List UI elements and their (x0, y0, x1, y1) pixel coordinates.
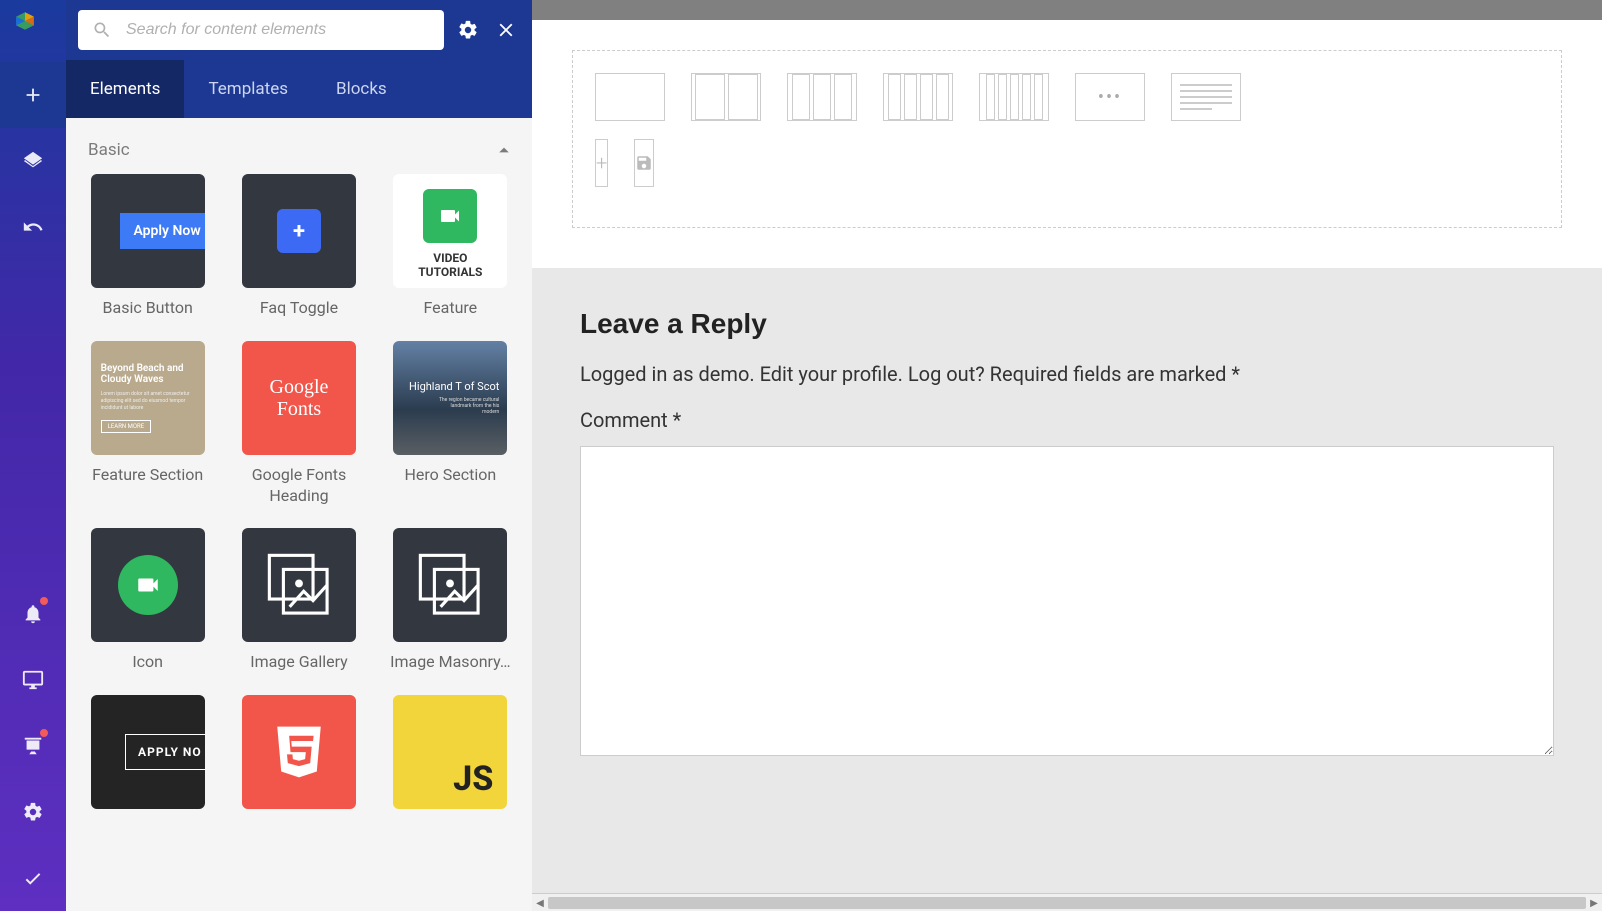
panel-header (66, 0, 532, 60)
close-panel-button[interactable] (492, 16, 520, 44)
layers-button[interactable] (0, 128, 66, 194)
element-card[interactable]: + Faq Toggle (237, 174, 360, 319)
section-title: Basic (88, 140, 130, 160)
tab-elements[interactable]: Elements (66, 60, 184, 118)
element-thumb: VIDEOTUTORIALS (393, 174, 507, 288)
reply-heading: Leave a Reply (580, 308, 1554, 340)
reply-meta: Logged in as demo. Edit your profile. Lo… (580, 362, 1554, 386)
layout-2col[interactable] (691, 73, 761, 121)
element-thumb: Apply Now (91, 174, 205, 288)
layout-template[interactable] (634, 139, 654, 187)
confirm-button[interactable] (0, 845, 66, 911)
layout-1col[interactable] (595, 73, 665, 121)
element-card[interactable]: JS (389, 695, 512, 809)
element-card[interactable]: Image Gallery (237, 528, 360, 673)
scroll-right-arrow[interactable]: ▶ (1586, 894, 1602, 911)
layout-4col[interactable] (883, 73, 953, 121)
element-thumb: APPLY NO (91, 695, 205, 809)
element-card[interactable]: VIDEOTUTORIALS Feature (389, 174, 512, 319)
settings-button[interactable] (0, 779, 66, 845)
layout-add[interactable]: + (595, 139, 608, 187)
element-card[interactable]: Apply Now Basic Button (86, 174, 209, 319)
element-thumb (242, 528, 356, 642)
layout-5col[interactable] (979, 73, 1049, 121)
chevron-up-icon (498, 144, 510, 156)
nav-strip (0, 0, 66, 911)
search-box[interactable] (78, 10, 444, 50)
notifications-button[interactable] (0, 581, 66, 647)
scroll-left-arrow[interactable]: ◀ (532, 894, 548, 911)
element-thumb: JS (393, 695, 507, 809)
layout-text[interactable] (1171, 73, 1241, 121)
element-card[interactable]: APPLY NO (86, 695, 209, 809)
element-thumb: Beyond Beach and Cloudy WavesLorem ipsum… (91, 341, 205, 455)
scroll-thumb[interactable] (548, 897, 1586, 909)
comment-label: Comment * (580, 408, 681, 432)
element-card[interactable]: Highland T of ScotThe region became cult… (389, 341, 512, 507)
element-label: Image Gallery (250, 652, 348, 673)
element-label: Feature (423, 298, 477, 319)
element-thumb (393, 528, 507, 642)
element-thumb (91, 528, 205, 642)
layout-more[interactable]: ••• (1075, 73, 1145, 121)
panel-settings-button[interactable] (454, 16, 482, 44)
element-label: Hero Section (404, 465, 496, 486)
panel-body: Basic Apply Now Basic Button + Faq Toggle VI… (66, 118, 532, 911)
element-thumb: + (242, 174, 356, 288)
panel-tabs: Elements Templates Blocks (66, 60, 532, 118)
close-icon (495, 19, 517, 41)
element-label: Feature Section (92, 465, 203, 486)
tab-blocks[interactable]: Blocks (312, 60, 411, 118)
section-basic-header[interactable]: Basic (86, 134, 512, 174)
reply-section: Leave a Reply Logged in as demo. Edit yo… (532, 268, 1602, 893)
element-card[interactable]: Icon (86, 528, 209, 673)
element-label: Google Fonts Heading (237, 465, 360, 507)
element-card[interactable] (237, 695, 360, 809)
add-element-button[interactable] (0, 62, 66, 128)
search-icon (92, 20, 112, 40)
element-thumb (242, 695, 356, 809)
element-thumb: Highland T of ScotThe region became cult… (393, 341, 507, 455)
comment-textarea[interactable] (580, 446, 1554, 756)
search-input[interactable] (126, 21, 430, 39)
elements-grid: Apply Now Basic Button + Faq Toggle VIDEOTUT… (86, 174, 512, 809)
layout-3col[interactable] (787, 73, 857, 121)
horizontal-scrollbar[interactable]: ◀ ▶ (532, 893, 1602, 911)
presentation-button[interactable] (0, 713, 66, 779)
elements-panel: Elements Templates Blocks Basic Apply No… (66, 0, 532, 911)
element-label: Faq Toggle (260, 298, 338, 319)
canvas[interactable]: ••• + Leave a Reply Logged in as demo. E… (532, 20, 1602, 893)
element-label: Basic Button (103, 298, 193, 319)
desktop-preview-button[interactable] (0, 647, 66, 713)
app-logo (14, 10, 52, 48)
element-card[interactable]: Beyond Beach and Cloudy WavesLorem ipsum… (86, 341, 209, 507)
element-card[interactable]: GoogleFonts Google Fonts Heading (237, 341, 360, 507)
element-thumb: GoogleFonts (242, 341, 356, 455)
layout-placeholder-zone: ••• + (572, 50, 1562, 228)
element-label: Icon (132, 652, 163, 673)
canvas-area: ••• + Leave a Reply Logged in as demo. E… (532, 0, 1602, 911)
tab-templates[interactable]: Templates (184, 60, 312, 118)
element-label: Image Masonry… (390, 652, 510, 673)
element-card[interactable]: Image Masonry… (389, 528, 512, 673)
undo-button[interactable] (0, 194, 66, 260)
